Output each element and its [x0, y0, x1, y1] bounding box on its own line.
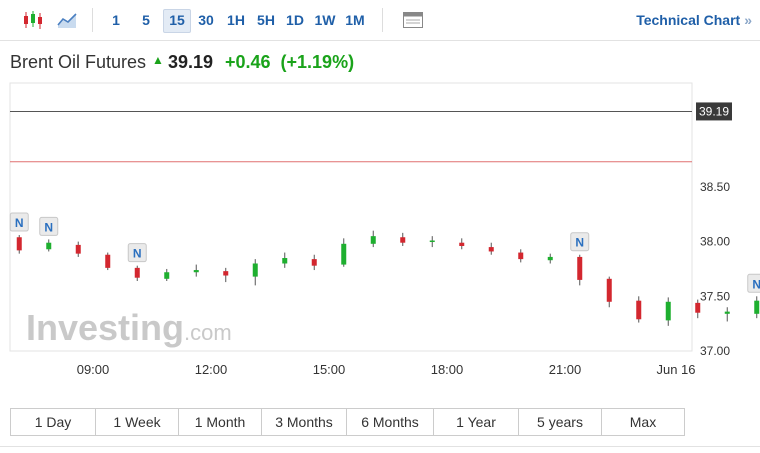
candle-body: [606, 278, 612, 302]
candle-body: [282, 258, 288, 264]
timeframe-1-day-button[interactable]: 1 Day: [11, 409, 96, 435]
timeframe-6-months-button[interactable]: 6 Months: [347, 409, 434, 435]
quote-header: Brent Oil Futures ▲ 39.19 +0.46 (+1.19%): [10, 52, 364, 73]
x-tick-label: 18:00: [431, 362, 464, 377]
event-marker-label: N: [44, 220, 53, 234]
y-tick-label: 37.00: [700, 344, 730, 358]
candle-body: [754, 300, 760, 314]
candle-body: [695, 302, 701, 313]
event-marker-label: N: [133, 247, 142, 261]
timeframe-selector: 1 Day 1 Week 1 Month 3 Months 6 Months 1 Year…: [10, 408, 685, 436]
x-tick-label: 12:00: [195, 362, 228, 377]
candle-body: [636, 300, 642, 320]
current-price-label: 39.19: [699, 104, 729, 118]
candle-body: [75, 244, 81, 254]
x-tick-label: 21:00: [549, 362, 582, 377]
instrument-name: Brent Oil Futures: [10, 52, 147, 72]
timeframe-1-year-button[interactable]: 1 Year: [434, 409, 519, 435]
candle-body: [724, 311, 730, 314]
interval-1m-button[interactable]: 1M: [341, 9, 369, 31]
area-chart-icon[interactable]: [54, 8, 80, 32]
interval-1w-button[interactable]: 1W: [312, 9, 338, 31]
interval-1-button[interactable]: 1: [104, 9, 128, 31]
technical-chart-label: Technical Chart: [636, 12, 741, 28]
candle-body: [518, 252, 524, 260]
candle-body: [46, 242, 52, 250]
candle-body: [134, 267, 140, 278]
last-price: 39.19: [167, 52, 213, 72]
calendar-icon[interactable]: [400, 8, 426, 32]
interval-1d-button[interactable]: 1D: [282, 9, 308, 31]
chevron-right-icon: »: [744, 12, 752, 28]
timeframe-3-months-button[interactable]: 3 Months: [262, 409, 347, 435]
timeframe-1-month-button[interactable]: 1 Month: [179, 409, 262, 435]
toolbar-divider: [92, 8, 93, 32]
candle-body: [252, 263, 258, 277]
candle-body: [665, 301, 671, 321]
bottom-divider: [0, 446, 760, 447]
event-marker-label: N: [15, 216, 24, 230]
toolbar-divider: [382, 8, 383, 32]
event-marker-label: N: [575, 236, 584, 250]
candle-body: [311, 259, 317, 266]
candle-body: [488, 247, 494, 252]
x-tick-label: 09:00: [77, 362, 110, 377]
candle-body: [164, 272, 170, 279]
chart-toolbar: 1 5 15 30 1H 5H 1D 1W 1M Technical Chart»: [0, 0, 760, 41]
candle-body: [341, 243, 347, 265]
technical-chart-link[interactable]: Technical Chart»: [636, 12, 752, 28]
timeframe-1-week-button[interactable]: 1 Week: [96, 409, 179, 435]
candle-body: [223, 271, 229, 276]
candle-body: [400, 237, 406, 243]
interval-5-button[interactable]: 5: [134, 9, 158, 31]
price-change: +0.46: [224, 52, 271, 72]
candlestick-chart-icon[interactable]: [20, 8, 46, 32]
watermark-main: Investing: [26, 307, 184, 348]
x-tick-label: Jun 16: [656, 362, 695, 377]
y-tick-label: 38.50: [700, 180, 730, 194]
interval-1h-button[interactable]: 1H: [223, 9, 249, 31]
candle-body: [193, 270, 199, 273]
candle-body: [370, 236, 376, 244]
candle-body: [429, 240, 435, 243]
price-change-percent: (+1.19%): [280, 52, 355, 72]
price-chart[interactable]: Investing.com 37.00 37.50 38.00 38.50 39.19 09…: [0, 78, 760, 398]
timeframe-max-button[interactable]: Max: [602, 409, 684, 435]
candle-body: [105, 254, 111, 268]
candle-body: [459, 242, 465, 246]
event-marker-label: N: [752, 277, 760, 291]
interval-15-button[interactable]: 15: [163, 9, 191, 33]
interval-30-button[interactable]: 30: [193, 9, 219, 31]
up-arrow-icon: ▲: [152, 53, 164, 67]
y-tick-label: 37.50: [700, 289, 730, 303]
candle-body: [16, 237, 22, 251]
watermark-suffix: .com: [184, 320, 232, 345]
interval-5h-button[interactable]: 5H: [253, 9, 279, 31]
candle-body: [577, 256, 583, 280]
timeframe-5-years-button[interactable]: 5 years: [519, 409, 602, 435]
x-tick-label: 15:00: [313, 362, 346, 377]
y-tick-label: 38.00: [700, 235, 730, 249]
candle-body: [547, 256, 553, 261]
